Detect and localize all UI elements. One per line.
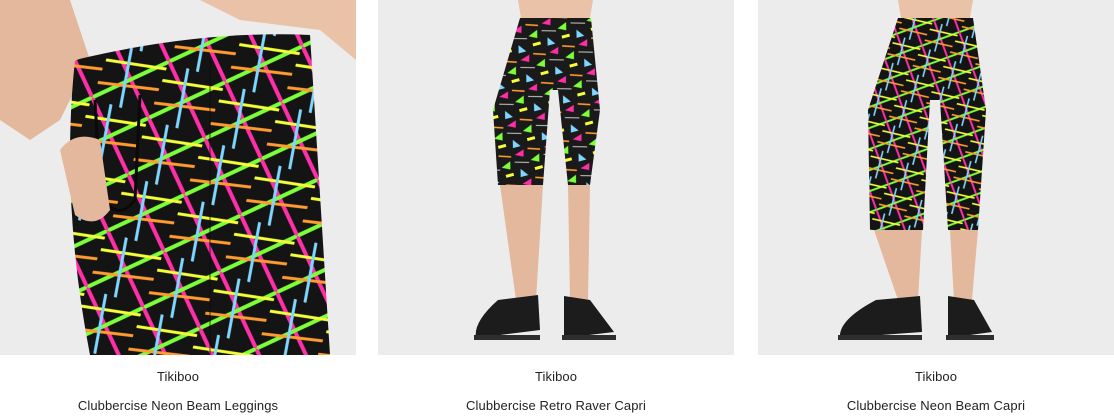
product-title[interactable]: Clubbercise Neon Beam Leggings bbox=[0, 398, 356, 413]
neon-beam-leggings-photo-icon bbox=[0, 0, 356, 355]
product-brand[interactable]: Tikiboo bbox=[758, 369, 1114, 384]
product-card-neon-beam-capri[interactable]: Tikiboo Clubbercise Neon Beam Capri bbox=[758, 0, 1114, 420]
product-title[interactable]: Clubbercise Retro Raver Capri bbox=[378, 398, 734, 413]
retro-raver-capri-image[interactable] bbox=[378, 0, 734, 355]
neon-beam-capri-photo-icon bbox=[758, 0, 1114, 355]
product-card-retro-raver-capri[interactable]: Tikiboo Clubbercise Retro Raver Capri bbox=[378, 0, 734, 420]
neon-beam-capri-image[interactable] bbox=[758, 0, 1114, 355]
product-brand[interactable]: Tikiboo bbox=[378, 369, 734, 384]
product-title[interactable]: Clubbercise Neon Beam Capri bbox=[758, 398, 1114, 413]
product-brand[interactable]: Tikiboo bbox=[0, 369, 356, 384]
neon-beam-leggings-image[interactable] bbox=[0, 0, 356, 355]
product-card-neon-beam-leggings[interactable]: Tikiboo Clubbercise Neon Beam Leggings bbox=[0, 0, 356, 420]
retro-raver-capri-photo-icon bbox=[378, 0, 734, 355]
product-grid: Tikiboo Clubbercise Neon Beam Leggings T… bbox=[0, 0, 1114, 420]
